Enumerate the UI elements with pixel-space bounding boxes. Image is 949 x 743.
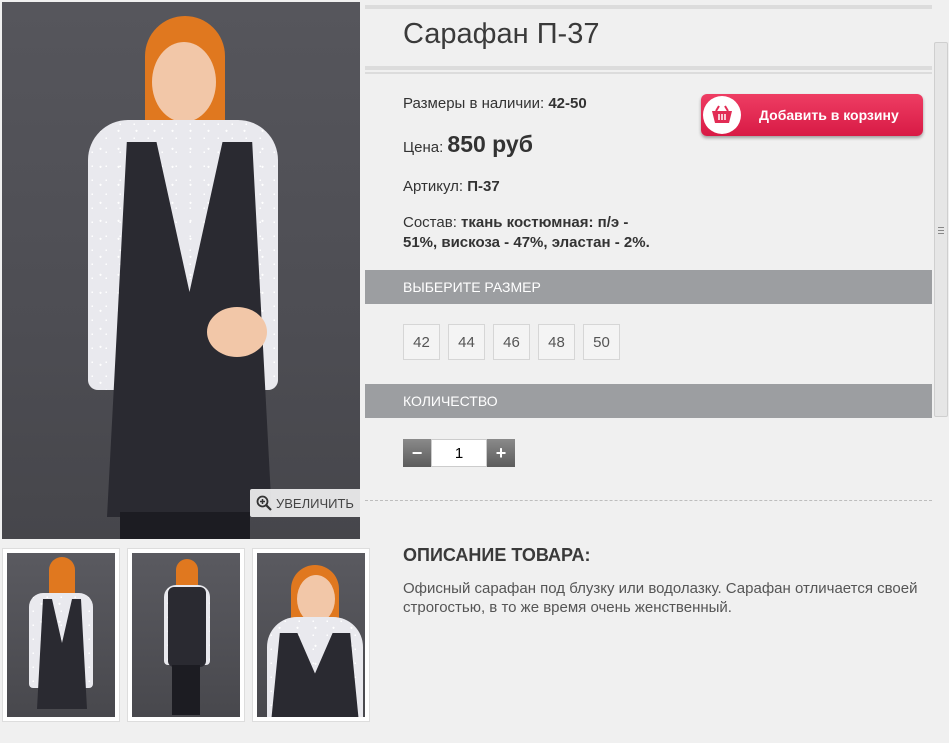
product-details-panel: Сарафан П-37 Размеры в наличии: 42-50 Це… (365, 0, 932, 743)
thumbnail-back[interactable] (127, 548, 245, 722)
size-option-48[interactable]: 48 (538, 324, 575, 360)
sizes-available: Размеры в наличии: 42-50 (403, 95, 587, 112)
thumb-dress (168, 587, 206, 667)
composition-line2: 51%, вискоза - 47%, эластан - 2%. (403, 234, 650, 251)
add-to-cart-label: Добавить в корзину (759, 107, 899, 123)
composition: Состав: ткань костюмная: п/э - 51%, виск… (403, 213, 650, 253)
title-rule-lower (365, 72, 932, 74)
thumbnail-back-image (132, 553, 240, 717)
size-option-42[interactable]: 42 (403, 324, 440, 360)
article-label: Артикул: (403, 178, 464, 195)
description-text: Офисный сарафан под блузку или водолазку… (403, 580, 918, 616)
price-label: Цена: (403, 139, 444, 156)
size-option-50[interactable]: 50 (583, 324, 620, 360)
scrollbar-grip-icon (938, 227, 944, 234)
size-option-46[interactable]: 46 (493, 324, 530, 360)
composition-label: Состав: (403, 214, 457, 231)
product-title: Сарафан П-37 (403, 18, 600, 50)
product-main-photo[interactable]: УВЕЛИЧИТЬ (2, 2, 360, 539)
title-rule (365, 66, 932, 70)
basket-icon (703, 96, 741, 134)
thumbnail-closeup-image (257, 553, 365, 717)
thumbnail-front[interactable] (2, 548, 120, 722)
quantity-minus-button[interactable]: − (403, 439, 431, 467)
sizes-value: 42-50 (548, 95, 587, 112)
zoom-button[interactable]: УВЕЛИЧИТЬ (250, 489, 360, 517)
price-value: 850 руб (447, 131, 533, 157)
article: Артикул: П-37 (403, 178, 500, 195)
size-option-44[interactable]: 44 (448, 324, 485, 360)
size-options: 42 44 46 48 50 (403, 324, 620, 360)
model-face (152, 42, 216, 122)
thumb-hair (49, 557, 75, 597)
size-section-header: ВЫБЕРИТЕ РАЗМЕР (365, 270, 932, 304)
quantity-stepper: − + (403, 439, 515, 467)
zoom-in-icon (256, 495, 272, 511)
article-value: П-37 (467, 178, 500, 195)
thumb-legs (172, 665, 200, 715)
composition-line1: ткань костюмная: п/э - (461, 214, 629, 231)
thumb-face (297, 575, 335, 623)
quantity-section-header: КОЛИЧЕСТВО (365, 384, 932, 418)
model-legs (120, 512, 250, 539)
add-to-cart-button[interactable]: Добавить в корзину (701, 94, 923, 136)
sizes-label: Размеры в наличии: (403, 95, 545, 112)
zoom-label: УВЕЛИЧИТЬ (276, 495, 354, 511)
description-title: ОПИСАНИЕ ТОВАРА: (403, 545, 591, 565)
thumbnail-strip (2, 548, 370, 722)
quantity-input[interactable] (431, 439, 487, 467)
section-divider (365, 500, 932, 501)
top-rule (365, 5, 932, 9)
thumbnail-front-image (7, 553, 115, 717)
model-hands (207, 307, 267, 357)
thumbnail-closeup[interactable] (252, 548, 370, 722)
page-scrollbar[interactable] (934, 42, 948, 417)
price: Цена: 850 руб (403, 131, 533, 158)
quantity-plus-button[interactable]: + (487, 439, 515, 467)
